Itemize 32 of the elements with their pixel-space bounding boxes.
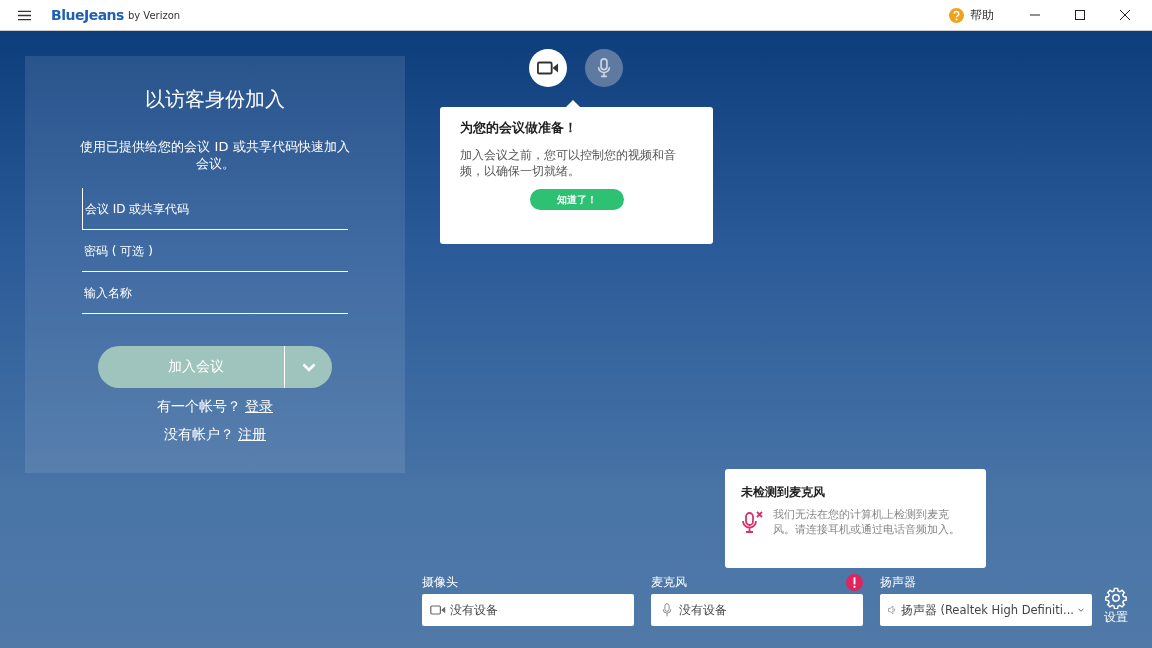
account-prompt: 没有帐户？	[164, 426, 234, 442]
panel-description: 使用已提供给您的会议 ID 或共享代码快速加入会议。	[79, 138, 351, 172]
help-link[interactable]: 帮助	[970, 6, 994, 24]
got-it-button[interactable]: 知道了！	[529, 189, 624, 210]
warning-title: 未检测到麦克风	[741, 484, 826, 501]
device-select[interactable]: 扬声器 (Realtek High Definiti...	[880, 594, 1092, 626]
maximize-icon[interactable]	[1075, 10, 1085, 20]
brand-suffix: by Verizon	[127, 9, 181, 21]
close-icon[interactable]	[1120, 10, 1130, 20]
account-link[interactable]: 登录	[245, 398, 273, 414]
warning-text: 我们无法在您的计算机上检测到麦克风。请连接耳机或通过电话音频加入。	[773, 507, 961, 537]
input-field[interactable]: 密码 ( 可选 )	[82, 230, 348, 272]
device-label: 麦克风	[651, 573, 687, 591]
tooltip-title: 为您的会议做准备！	[460, 119, 578, 137]
account-prompt: 有一个帐号？	[157, 398, 241, 414]
input-field[interactable]: 会议 ID 或共享代码	[82, 188, 348, 230]
caret-icon[interactable]	[1078, 606, 1084, 614]
device-select[interactable]: 没有设备	[422, 594, 634, 626]
account-link[interactable]: 注册	[238, 426, 266, 442]
tooltip-text: 加入会议之前，您可以控制您的视频和音频，以确保一切就绪。	[460, 147, 677, 179]
menu-icon[interactable]	[18, 9, 31, 21]
input-field[interactable]: 输入名称	[82, 272, 348, 314]
device-label: 摄像头	[422, 573, 458, 591]
muted-microphone-icon	[741, 510, 765, 534]
microphone-toggle[interactable]	[585, 49, 623, 87]
brand-logo: BlueJeans	[51, 7, 124, 23]
video-camera-icon	[430, 603, 446, 617]
device-select[interactable]: 没有设备	[651, 594, 863, 626]
speaker-icon	[888, 603, 897, 617]
camera-toggle[interactable]	[529, 49, 567, 87]
device-label: 扬声器	[880, 573, 916, 591]
panel-title: 以访客身份加入	[145, 86, 285, 113]
